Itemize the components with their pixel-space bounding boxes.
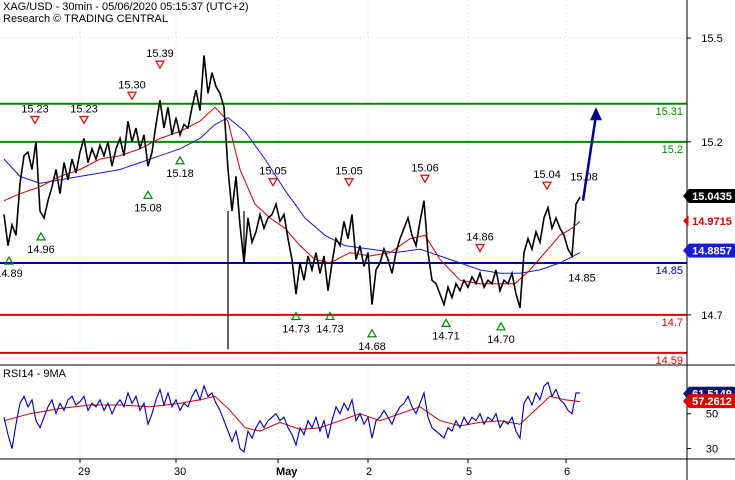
price-tag-label: 15.0435	[692, 191, 732, 203]
swing-low-marker	[324, 311, 336, 321]
x-tick-label: 30	[174, 466, 186, 478]
swing-high-label: 15.04	[533, 169, 561, 181]
chart-title: XAG/USD - 30min - 05/06/2020 05:15:37 (U…	[3, 1, 249, 13]
rsi-y-tick-label: 30	[706, 444, 718, 456]
price-tag-pointer	[683, 214, 689, 227]
level-label: 15.2	[662, 144, 683, 156]
swing-high-label: 15.05	[335, 166, 363, 178]
swing-high-label: 15.39	[146, 48, 174, 60]
rsi-tag-label: 57.2612	[692, 396, 732, 408]
swing-high-label: 15.06	[411, 162, 439, 174]
swing-low-label: 14.68	[358, 341, 386, 353]
swing-low-marker	[174, 155, 186, 165]
price-tag-pointer	[683, 243, 689, 258]
swing-high-label: 15.05	[259, 166, 287, 178]
rsi-line	[3, 381, 580, 454]
swing-low-marker	[290, 311, 302, 321]
forecast-label: 15.08	[570, 171, 598, 183]
swing-high-label: 14.86	[466, 231, 494, 243]
level-label: 14.85	[655, 265, 683, 277]
y-tick-label: 15.5	[701, 33, 722, 45]
chart-subtitle: Research © TRADING CENTRAL	[3, 13, 168, 25]
swing-high-marker	[29, 115, 41, 125]
swing-low-label: 14.89	[0, 268, 23, 280]
rsi-ma-line	[3, 395, 581, 432]
forecast-arrow-shaft	[581, 115, 598, 201]
price-tag-label: 14.8857	[692, 246, 732, 258]
x-tick-label: 2	[366, 466, 372, 478]
annotation-layer: 15.23 15.23 15.30 15.39 15.05 15.05 15.06 14.86…	[0, 48, 602, 353]
rsi-panel	[3, 381, 581, 454]
price-tag-pointer	[683, 188, 689, 203]
swing-low-marker	[142, 190, 154, 199]
price-line	[3, 55, 581, 309]
swing-high-label: 15.30	[118, 79, 146, 91]
swing-high-label: 15.23	[70, 103, 98, 115]
swing-low-label: 14.73	[316, 323, 344, 335]
forecast-arrow-head	[590, 107, 602, 121]
price-series-layer	[3, 55, 581, 350]
swing-high-marker	[541, 181, 553, 191]
swing-low-label: 14.71	[432, 330, 460, 342]
swing-high-marker	[419, 174, 431, 184]
y-tick-label: 15.2	[701, 137, 722, 149]
swing-low-label: 14.70	[487, 334, 515, 346]
swing-low-label: 15.18	[166, 168, 194, 180]
swing-low-marker	[35, 231, 47, 241]
x-tick-label: 29	[78, 466, 90, 478]
swing-high-marker	[267, 178, 279, 187]
gridlines	[0, 0, 687, 459]
swing-low-marker	[495, 321, 507, 331]
level-label: 15.31	[655, 106, 683, 118]
swing-low-label: 14.73	[282, 323, 310, 335]
swing-low-label: 14.96	[27, 244, 55, 256]
level-label: 14.7	[662, 317, 683, 329]
swing-high-label: 15.23	[21, 103, 49, 115]
rsi-panel-label: RSI14 - 9MA	[3, 368, 66, 380]
price-tag-label: 14.9715	[692, 216, 732, 228]
forecast-label: 14.85	[568, 272, 596, 284]
swing-high-marker	[78, 115, 90, 125]
swing-high-marker	[343, 178, 355, 187]
swing-low-label: 15.08	[134, 202, 162, 214]
chart-canvas: 15.3115.214.8514.714.59 15.23 15.2315.301…	[0, 0, 735, 480]
x-tick-label: 6	[564, 466, 570, 478]
swing-high-marker	[474, 243, 486, 253]
x-tick-label: 5	[466, 466, 472, 478]
x-tick-label: May	[276, 466, 298, 478]
rsi-y-tick-label: 50	[706, 409, 718, 421]
y-tick-label: 14.7	[701, 310, 722, 322]
swing-high-marker	[126, 91, 138, 101]
swing-low-marker	[440, 318, 452, 327]
swing-low-marker	[366, 328, 378, 338]
swing-high-marker	[154, 60, 166, 70]
